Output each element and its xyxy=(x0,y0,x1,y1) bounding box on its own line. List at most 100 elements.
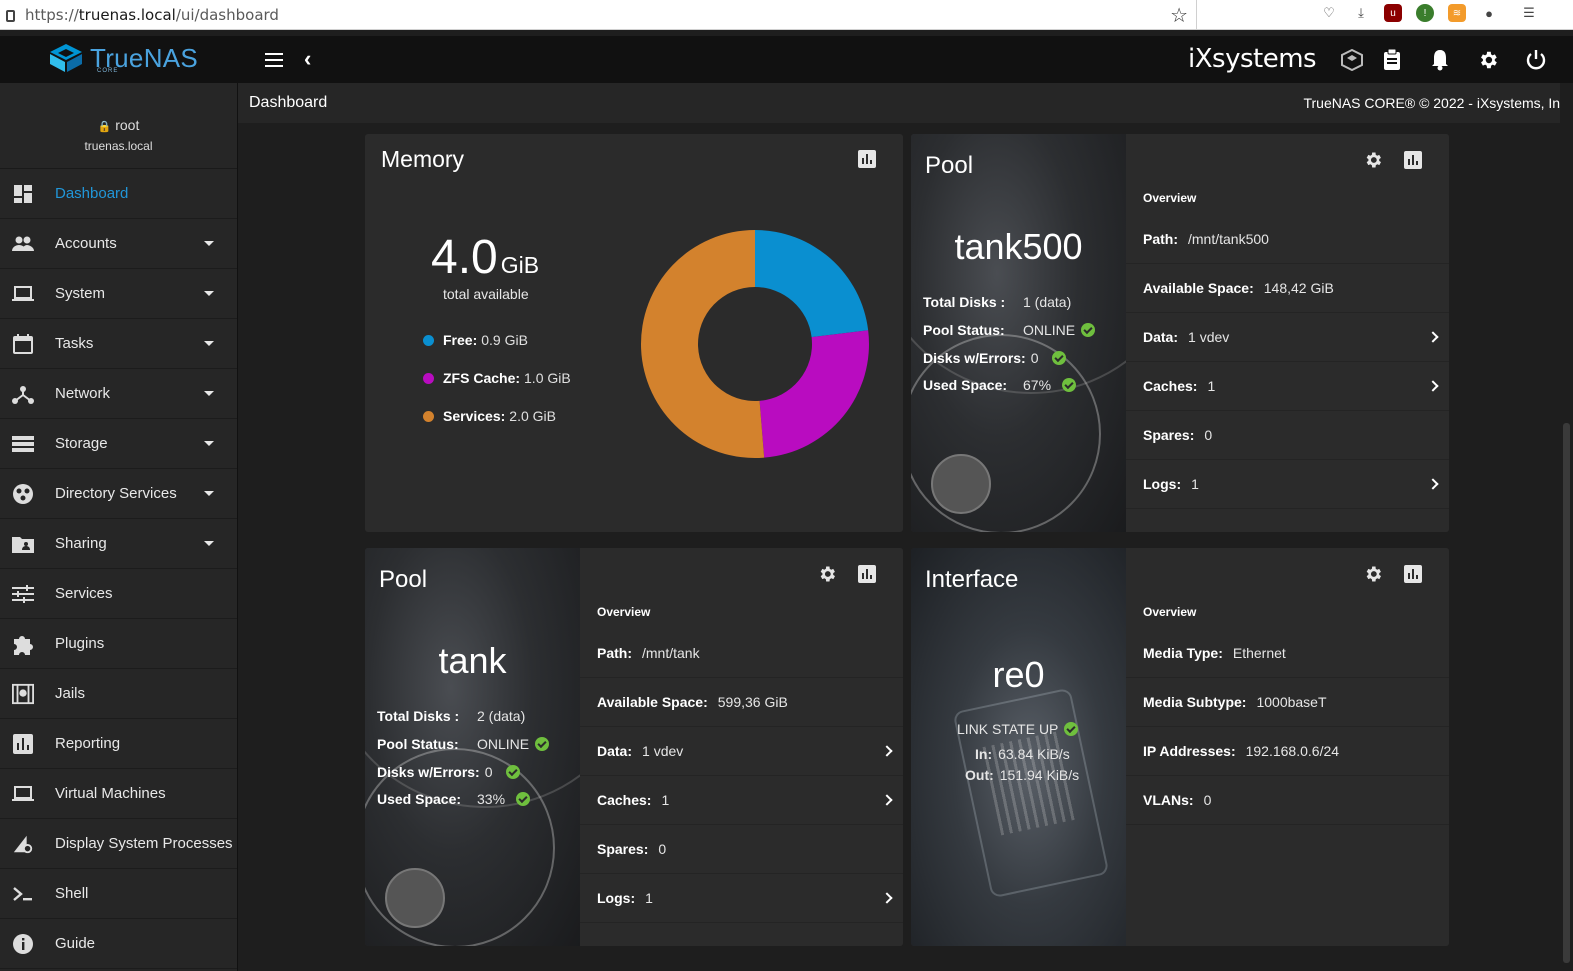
detail-key: Available Space: xyxy=(1143,280,1254,296)
detail-key: Media Type: xyxy=(1143,645,1223,661)
power-icon[interactable] xyxy=(1524,48,1548,72)
lock-icon xyxy=(6,10,15,22)
sidebar-item-guide[interactable]: Guide xyxy=(0,919,237,969)
pool-settings-gear-icon[interactable] xyxy=(1362,149,1384,171)
detail-row[interactable]: Logs: 1 xyxy=(580,874,903,923)
check-circle-icon xyxy=(505,765,520,779)
detail-row[interactable]: Data: 1 vdev xyxy=(580,727,903,776)
check-circle-icon xyxy=(1081,323,1096,337)
caret-down-icon xyxy=(204,391,214,396)
rss-icon[interactable]: ≋ xyxy=(1448,4,1466,22)
memory-report-icon[interactable] xyxy=(856,148,878,170)
sidebar-item-services[interactable]: Services xyxy=(0,569,237,619)
detail-row[interactable]: Caches: 1 xyxy=(580,776,903,825)
address-bar[interactable]: https://truenas.local/ui/dashboard ☆ xyxy=(0,0,1197,30)
pocket-icon[interactable]: ♡ xyxy=(1320,4,1338,22)
sidebar-item-directory-services[interactable]: Directory Services xyxy=(0,469,237,519)
detail-key: Logs: xyxy=(1143,476,1182,492)
chevron-right-icon[interactable] xyxy=(881,745,893,757)
link-state: LINK STATE UP xyxy=(957,721,1079,737)
sidebar-item-label: System xyxy=(55,285,106,302)
gear-icon[interactable] xyxy=(1476,48,1500,72)
donut-slice-zfs-cache[interactable] xyxy=(759,330,869,458)
extension-icon[interactable]: ! xyxy=(1416,4,1434,22)
detail-key: Data: xyxy=(597,743,633,759)
detail-row[interactable]: Caches: 1 xyxy=(1126,362,1449,411)
dashboard-icon xyxy=(12,183,34,205)
interface-report-icon[interactable] xyxy=(1402,563,1424,585)
interface-settings-gear-icon[interactable] xyxy=(1362,563,1384,585)
sidebar-item-label: Plugins xyxy=(55,635,105,652)
sidebar-item-tasks[interactable]: Tasks xyxy=(0,319,237,369)
pool-settings-gear-icon[interactable] xyxy=(816,563,838,585)
sidebar-item-label: Services xyxy=(55,585,113,602)
sidebar-item-storage[interactable]: Storage xyxy=(0,419,237,469)
chevron-left-icon[interactable]: ‹ xyxy=(304,46,311,72)
caret-down-icon xyxy=(204,441,214,446)
bookmark-star-icon[interactable]: ☆ xyxy=(1170,3,1188,28)
detail-row: VLANs: 0 xyxy=(1126,776,1449,825)
detail-row[interactable]: Data: 1 vdev xyxy=(1126,313,1449,362)
truecommand-icon[interactable] xyxy=(1340,48,1364,72)
sidebar-item-system[interactable]: System xyxy=(0,269,237,319)
detail-key: Spares: xyxy=(1143,427,1195,443)
sidebar-item-dashboard[interactable]: Dashboard xyxy=(0,169,237,219)
detail-value: 1 vdev xyxy=(1188,329,1230,345)
sidebar-item-label: Jails xyxy=(55,685,86,702)
memory-donut-chart xyxy=(641,230,869,458)
chevron-right-icon[interactable] xyxy=(1427,380,1439,392)
sidebar-item-shell[interactable]: Shell xyxy=(0,869,237,919)
pool-report-icon[interactable] xyxy=(856,563,878,585)
pool-disk-errors: Disks w/Errors: 0 xyxy=(923,350,1066,366)
pool-used-space: Used Space: 67% xyxy=(923,377,1077,393)
chevron-right-icon[interactable] xyxy=(1427,331,1439,343)
scrollbar-thumb[interactable] xyxy=(1563,423,1570,963)
nav-list: Dashboard Accounts System Tasks Network Stora… xyxy=(0,169,237,969)
info-icon xyxy=(12,933,34,955)
ixsystems-logo[interactable]: iXsystems xyxy=(1188,44,1317,74)
caret-down-icon xyxy=(204,341,214,346)
chevron-right-icon[interactable] xyxy=(881,794,893,806)
pool-total-disks: Total Disks :2 (data) xyxy=(377,708,526,724)
sidebar-item-virtual-machines[interactable]: Virtual Machines xyxy=(0,769,237,819)
detail-key: VLANs: xyxy=(1143,792,1194,808)
sidebar-item-label: Accounts xyxy=(55,235,117,252)
bell-icon[interactable] xyxy=(1428,48,1452,72)
host-name: truenas.local xyxy=(84,139,153,153)
page-title: Dashboard xyxy=(249,94,328,111)
lock-icon: 🔒 xyxy=(97,121,112,133)
download-icon[interactable]: ⤓ xyxy=(1352,4,1370,22)
clipboard-icon[interactable] xyxy=(1380,48,1404,72)
detail-value: 1 xyxy=(1207,378,1216,394)
shell-icon xyxy=(12,883,34,905)
detail-key: Logs: xyxy=(597,890,636,906)
memory-legend-item: ZFS Cache: 1.0 GiB xyxy=(423,370,571,386)
interface-visual: Interface re0 LINK STATE UP In: 63.84 KiB… xyxy=(911,548,1126,946)
detail-value: 1 xyxy=(645,890,653,906)
sidebar-item-display-system-processes[interactable]: Display System Processes xyxy=(0,819,237,869)
check-circle-icon xyxy=(1062,378,1077,392)
menu-toggle-icon[interactable] xyxy=(262,48,286,72)
pool-report-icon[interactable] xyxy=(1402,149,1424,171)
sidebar-item-plugins[interactable]: Plugins xyxy=(0,619,237,669)
detail-row: Spares: 0 xyxy=(580,825,903,874)
truenas-logo[interactable]: TrueNAS CORE xyxy=(48,42,198,74)
detail-row[interactable]: Logs: 1 xyxy=(1126,460,1449,509)
sidebar-item-jails[interactable]: Jails xyxy=(0,669,237,719)
donut-slice-free[interactable] xyxy=(755,230,869,338)
donut-slice-services[interactable] xyxy=(641,230,765,458)
browser-menu-icon[interactable]: ☰ xyxy=(1520,4,1538,22)
sidebar-item-sharing[interactable]: Sharing xyxy=(0,519,237,569)
truenas-logo-icon xyxy=(50,44,82,72)
chevron-right-icon[interactable] xyxy=(881,892,893,904)
url-text[interactable]: https://truenas.local/ui/dashboard xyxy=(25,6,279,24)
app-topbar: TrueNAS CORE ‹ iXsystems xyxy=(0,36,1573,83)
detail-key: Caches: xyxy=(1143,378,1198,394)
sidebar-item-network[interactable]: Network xyxy=(0,369,237,419)
ublock-icon[interactable]: u xyxy=(1384,4,1402,22)
sidebar-item-accounts[interactable]: Accounts xyxy=(0,219,237,269)
chevron-right-icon[interactable] xyxy=(1427,478,1439,490)
extension-puzzle-icon[interactable]: ● xyxy=(1480,4,1498,22)
sidebar-item-reporting[interactable]: Reporting xyxy=(0,719,237,769)
page-scrollbar[interactable] xyxy=(1560,83,1573,971)
